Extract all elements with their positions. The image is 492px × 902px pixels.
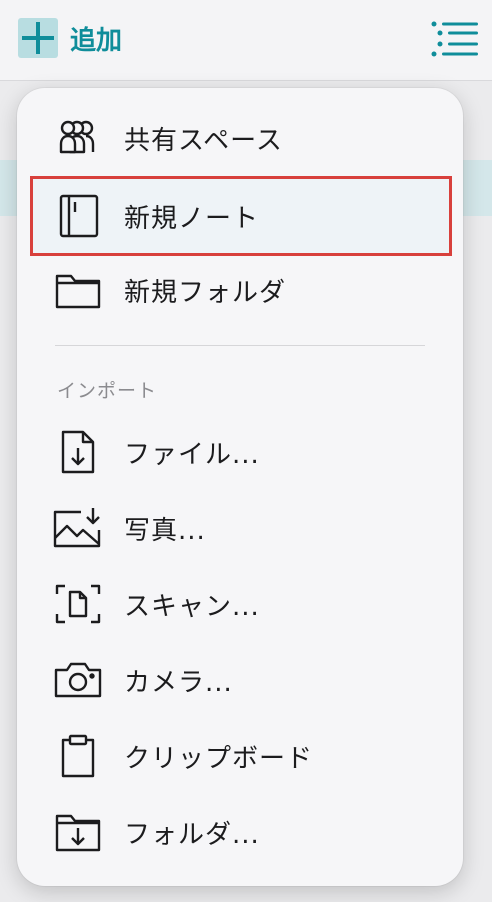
menu-item-label: クリップボード xyxy=(124,743,314,774)
menu-item-folder-import[interactable]: フォルダ... xyxy=(17,796,463,868)
menu-item-label: カメラ... xyxy=(124,667,233,698)
photo-import-icon xyxy=(53,506,103,550)
folder-import-icon xyxy=(53,810,103,854)
menu-item-new-folder[interactable]: 新規フォルダ xyxy=(17,254,463,326)
menu-item-scan[interactable]: スキャン... xyxy=(17,568,463,640)
menu-item-camera[interactable]: カメラ... xyxy=(17,644,463,716)
menu-item-label: 新規ノート xyxy=(124,203,260,234)
menu-item-label: スキャン... xyxy=(124,591,260,622)
menu-item-label: フォルダ... xyxy=(124,819,260,850)
menu-item-shared-space[interactable]: 共有スペース xyxy=(17,102,463,174)
menu-item-clipboard[interactable]: クリップボード xyxy=(17,720,463,792)
add-menu: 共有スペース 新規ノート 新規フォルダ インポート ファイル... 写真... … xyxy=(17,88,463,886)
scan-icon xyxy=(53,582,103,626)
notebook-icon xyxy=(53,194,103,238)
menu-item-label: ファイル... xyxy=(124,439,260,470)
clipboard-icon xyxy=(53,734,103,778)
plus-icon xyxy=(18,18,58,58)
menu-divider xyxy=(55,345,425,346)
menu-item-new-note[interactable]: 新規ノート xyxy=(30,176,452,256)
add-button[interactable]: 追加 xyxy=(18,18,122,58)
menu-item-photo[interactable]: 写真... xyxy=(17,492,463,564)
list-menu-icon[interactable] xyxy=(430,20,480,58)
camera-icon xyxy=(53,658,103,702)
top-toolbar: 追加 xyxy=(0,0,492,81)
shared-space-icon xyxy=(53,116,103,160)
menu-item-label: 写真... xyxy=(124,515,206,546)
add-label: 追加 xyxy=(70,25,123,56)
menu-item-label: 新規フォルダ xyxy=(124,277,287,308)
file-import-icon xyxy=(53,430,103,474)
menu-item-label: 共有スペース xyxy=(124,125,283,156)
folder-icon xyxy=(53,268,103,312)
import-section-title: インポート xyxy=(57,380,158,402)
menu-item-file[interactable]: ファイル... xyxy=(17,416,463,488)
